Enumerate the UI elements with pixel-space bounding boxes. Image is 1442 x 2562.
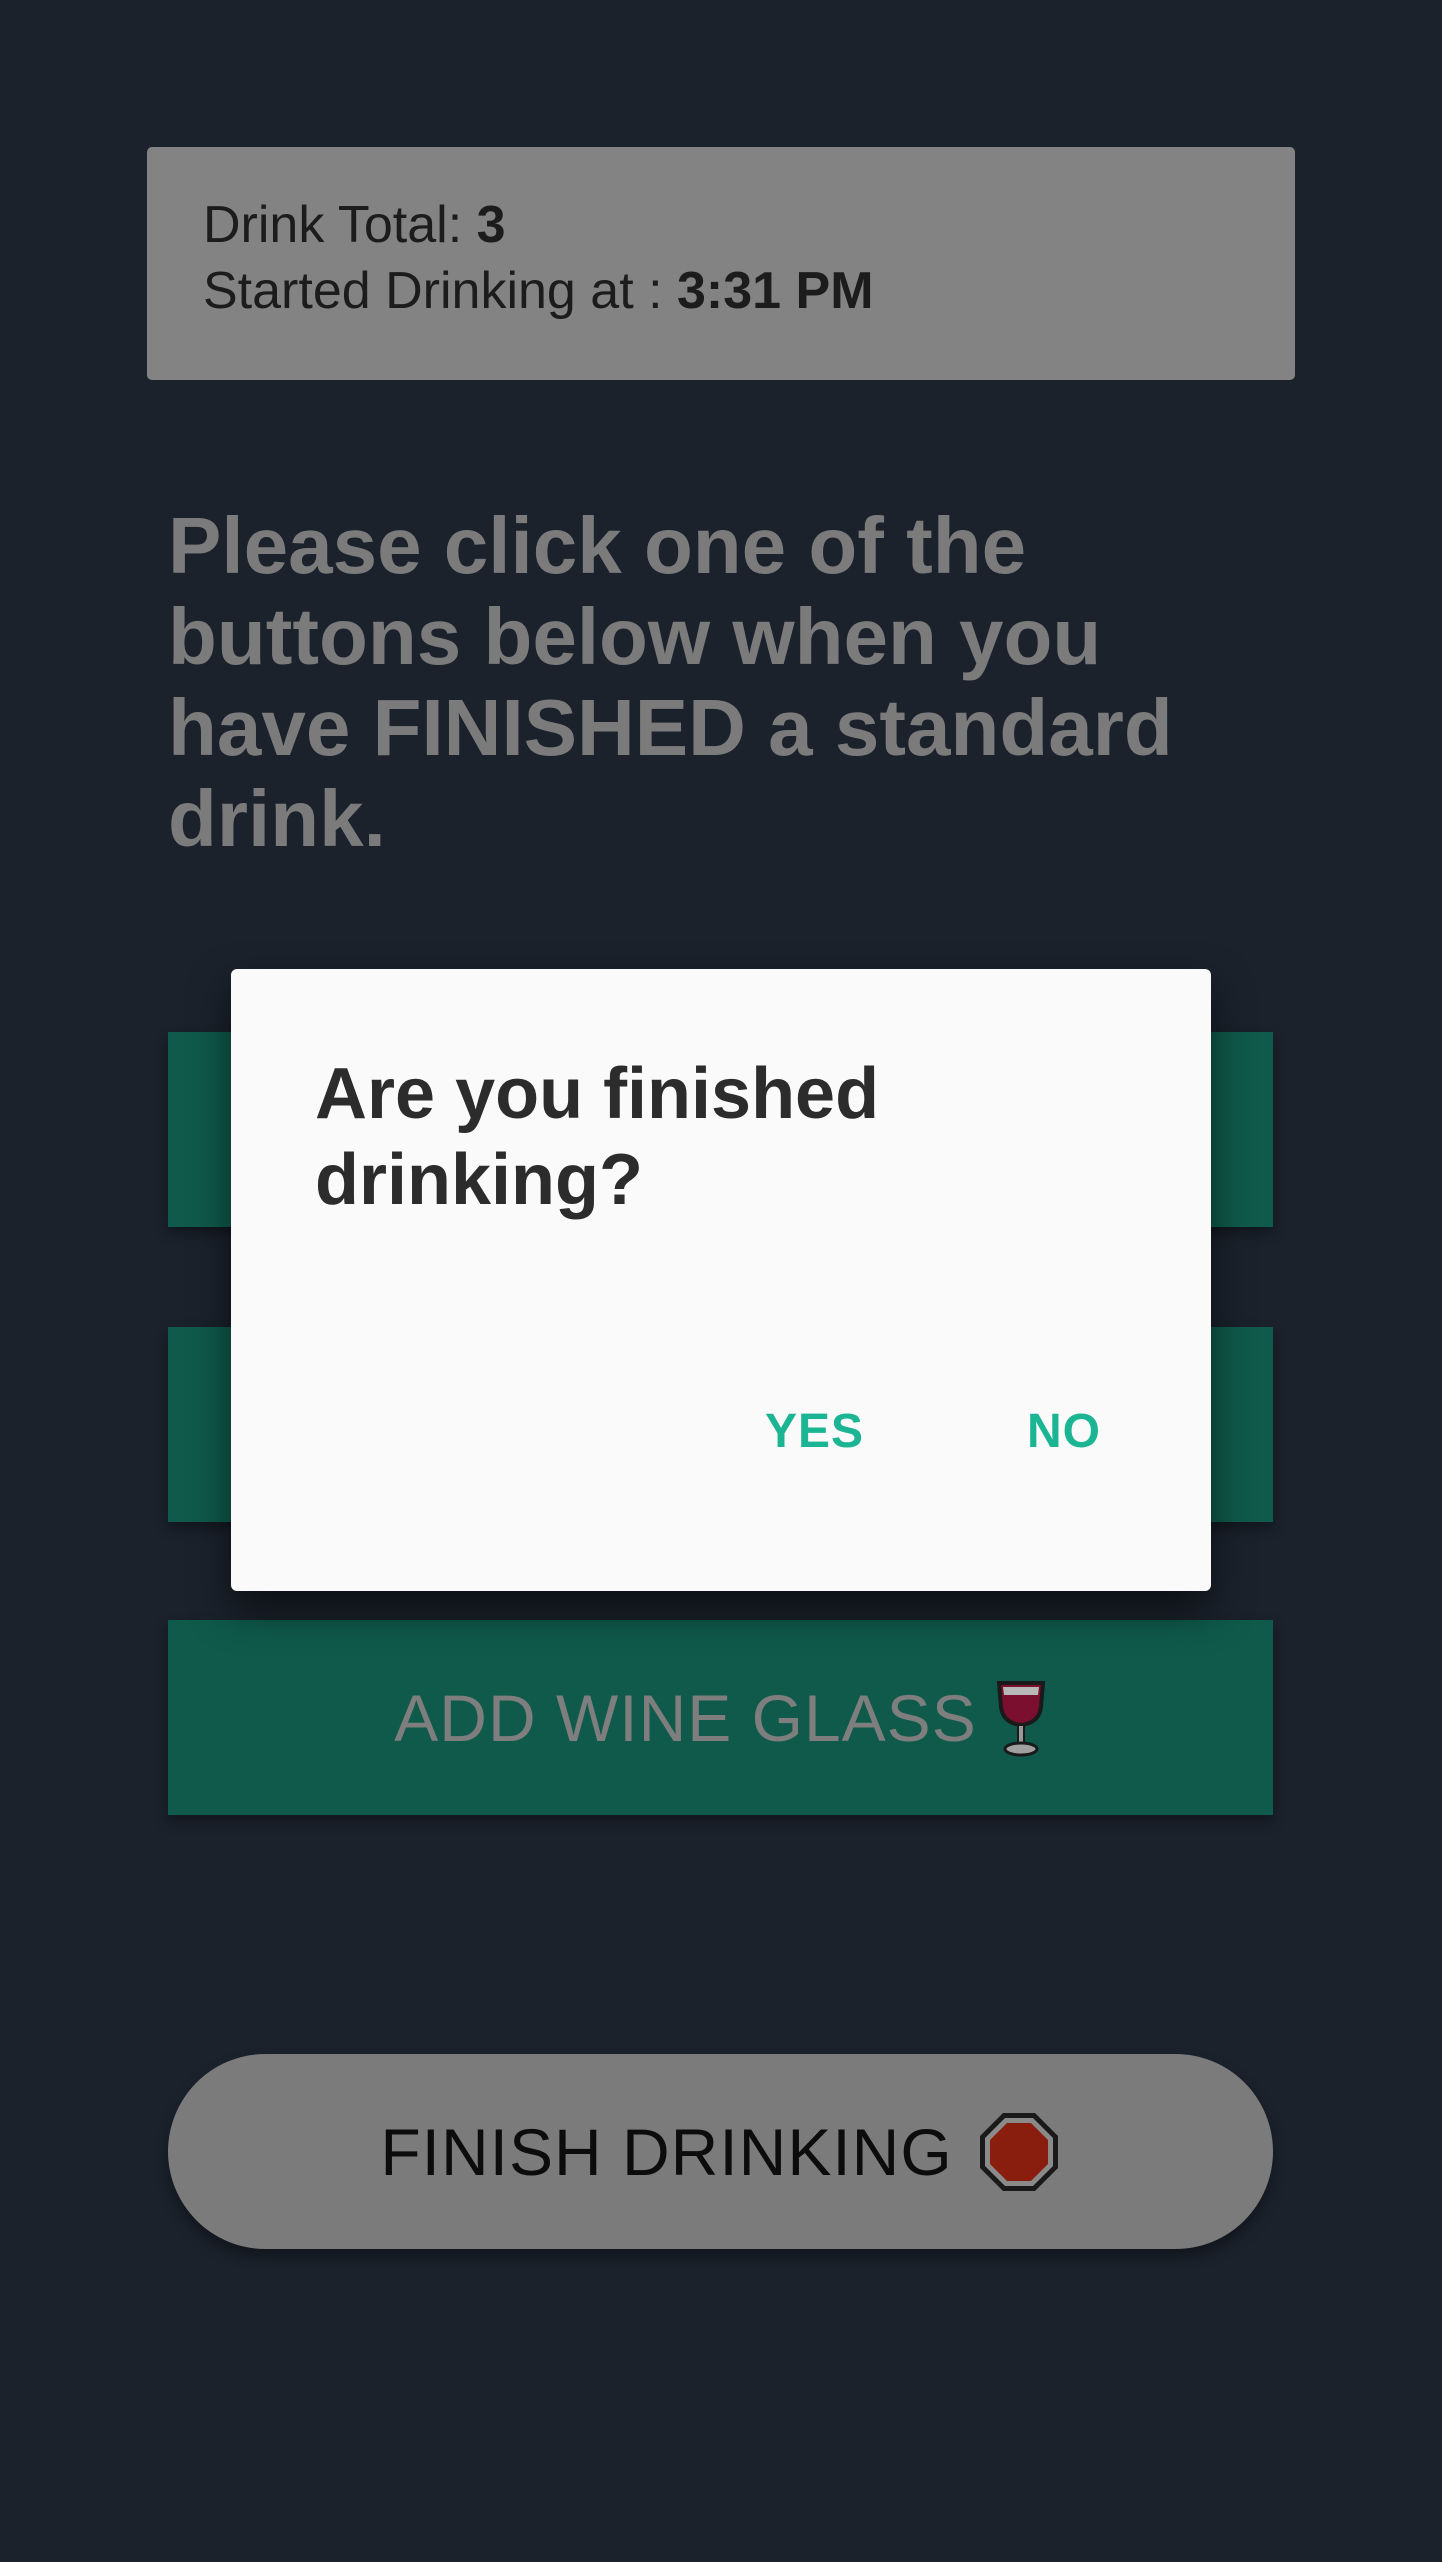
start-time-label: Started Drinking at : — [203, 262, 677, 320]
drink-total-line: Drink Total: 3 — [203, 192, 1295, 258]
drink-summary-card: Drink Total: 3 Started Drinking at : 3:3… — [147, 147, 1295, 380]
yes-button[interactable]: YES — [765, 1404, 864, 1459]
start-time-value: 3:31 PM — [677, 262, 874, 320]
drink-total-label: Drink Total: — [203, 196, 477, 254]
drink-total-value: 3 — [476, 196, 506, 254]
dialog-title: Are you finished drinking? — [315, 1054, 880, 1220]
finish-confirmation-dialog: Are you finished drinking? YES NO — [231, 969, 1211, 1591]
finish-drinking-label: FINISH DRINKING — [380, 2114, 953, 2189]
finish-drinking-button[interactable]: FINISH DRINKING — [168, 2054, 1273, 2249]
add-wine-glass-label: ADD WINE GLASS — [394, 1680, 977, 1755]
no-button[interactable]: NO — [1027, 1404, 1101, 1459]
add-wine-glass-button[interactable]: ADD WINE GLASS — [168, 1620, 1273, 1815]
start-time-line: Started Drinking at : 3:31 PM — [203, 258, 1295, 324]
wine-glass-icon — [995, 1679, 1047, 1757]
stop-sign-icon — [977, 2110, 1061, 2194]
instructions-text: Please click one of the buttons below wh… — [168, 501, 1173, 863]
